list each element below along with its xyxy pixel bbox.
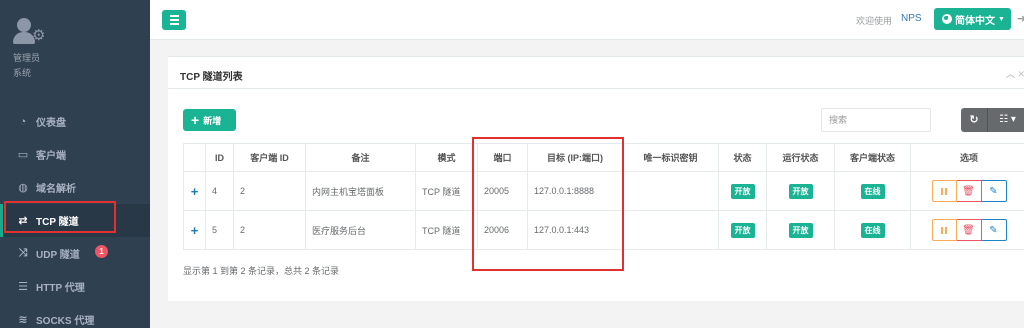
edit-icon: ✎ — [989, 185, 998, 197]
cell-run-status: 开放 — [766, 210, 835, 250]
cell-remark: 内网主机宝塔面板 — [305, 171, 416, 211]
search-input[interactable] — [821, 108, 931, 132]
expand-icon[interactable]: + — [183, 210, 206, 250]
col-options: 选项 — [910, 143, 1024, 172]
edit-button[interactable]: ✎ — [981, 180, 1007, 202]
server-icon: ☰ — [18, 281, 28, 293]
globe-icon: ◍ — [18, 182, 28, 194]
client-status-badge: 在线 — [860, 222, 885, 238]
col-client-status[interactable]: 客户端状态 — [834, 143, 911, 172]
cell-client-id: 2 — [233, 210, 306, 250]
welcome-text: 欢迎使用 — [856, 16, 893, 26]
status-badge: 开放 — [730, 222, 755, 238]
logout-icon[interactable]: ➜ — [1017, 12, 1024, 25]
cell-run-status: 开放 — [766, 171, 835, 211]
cell-client-status: 在线 — [834, 210, 911, 250]
pause-button[interactable] — [931, 219, 957, 241]
pause-icon — [941, 226, 947, 234]
brand-link[interactable]: NPS — [901, 13, 922, 24]
cell-options: 🗑 ✎ — [910, 171, 1024, 211]
gear-icon: ⚙ — [32, 27, 46, 44]
random-icon: ⤨ — [18, 247, 28, 259]
user-profile: ⚙ 管理员 系统 — [0, 0, 150, 96]
add-button[interactable]: + 新增 — [183, 109, 236, 131]
list-icon: ☷ ▾ — [999, 114, 1016, 125]
pagination-summary: 显示第 1 到第 2 条记录，总共 2 条记录 — [183, 266, 340, 276]
panel-title: TCP 隧道列表 — [180, 72, 243, 83]
plus-icon: + — [191, 112, 200, 128]
col-remark[interactable]: 备注 — [305, 143, 416, 172]
dashboard-icon: ◔ — [19, 115, 27, 128]
cell-status: 开放 — [718, 210, 767, 250]
cell-key — [622, 171, 719, 211]
desktop-icon: ▭ — [17, 149, 29, 161]
client-status-badge: 在线 — [860, 183, 885, 199]
edit-button[interactable]: ✎ — [981, 219, 1007, 241]
col-key[interactable]: 唯一标识密钥 — [622, 143, 719, 172]
cell-client-id: 2 — [233, 171, 306, 211]
delete-button[interactable]: 🗑 — [956, 180, 982, 202]
language-dropdown[interactable]: 简体中文 ▼ — [934, 8, 1011, 30]
user-role: 系统 — [13, 68, 32, 78]
trash-icon: 🗑 — [962, 185, 975, 197]
sidebar-item-dashboard[interactable]: ◔ 仪表盘 — [0, 105, 150, 138]
highlight-box-nav — [4, 201, 116, 233]
collapse-icon[interactable]: ︿ ✕ — [1006, 67, 1024, 80]
highlight-box-columns — [472, 137, 624, 271]
sidebar-item-label: 域名解析 — [36, 184, 76, 195]
col-expand — [183, 143, 206, 172]
sidebar-item-label: UDP 隧道 — [36, 250, 80, 261]
delete-button[interactable]: 🗑 — [956, 219, 982, 241]
sidebar-item-label: 客户端 — [36, 151, 66, 162]
trash-icon: 🗑 — [962, 224, 975, 236]
language-label: 简体中文 — [955, 15, 995, 27]
cell-mode: TCP 隧道 — [415, 210, 478, 250]
columns-toggle-button[interactable]: ☷ ▾ — [987, 108, 1024, 132]
cell-mode: TCP 隧道 — [415, 171, 478, 211]
pause-button[interactable] — [931, 180, 957, 202]
refresh-icon: ↻ — [969, 114, 979, 126]
sidebar-item-domain[interactable]: ◍ 域名解析 — [0, 171, 150, 204]
run-status-badge: 开放 — [788, 183, 813, 199]
panel-header: TCP 隧道列表 ︿ ✕ — [168, 57, 1024, 89]
notification-badge: 1 — [95, 245, 108, 258]
top-navbar: 欢迎使用 NPS 简体中文 ▼ ➜ — [150, 0, 1024, 40]
menu-toggle-button[interactable] — [162, 10, 186, 30]
col-client-id[interactable]: 客户端 ID — [233, 143, 306, 172]
sidebar-item-label: HTTP 代理 — [36, 283, 85, 294]
col-status[interactable]: 状态 — [718, 143, 767, 172]
status-badge: 开放 — [730, 183, 755, 199]
user-name[interactable]: 管理员 — [13, 51, 150, 64]
caret-down-icon: ▼ — [998, 15, 1005, 23]
cell-status: 开放 — [718, 171, 767, 211]
cell-id: 5 — [205, 210, 234, 250]
database-icon: ≋ — [18, 314, 28, 326]
col-mode[interactable]: 模式 — [415, 143, 478, 172]
edit-icon: ✎ — [989, 224, 998, 236]
add-label: 新增 — [203, 115, 222, 126]
sidebar-item-label: 仪表盘 — [36, 118, 66, 129]
expand-icon[interactable]: + — [183, 171, 206, 211]
sidebar: ⚙ 管理员 系统 ◔ 仪表盘 ▭ 客户端 ◍ 域名解析 ⇄ TCP 隧道 ⤨ U… — [0, 0, 150, 328]
col-run-status[interactable]: 运行状态 — [766, 143, 835, 172]
sidebar-item-udp[interactable]: ⤨ UDP 隧道 1 — [0, 237, 150, 270]
cell-remark: 医疗服务后台 — [305, 210, 416, 250]
globe-icon — [942, 14, 952, 24]
cell-client-status: 在线 — [834, 171, 911, 211]
cell-id: 4 — [205, 171, 234, 211]
run-status-badge: 开放 — [788, 222, 813, 238]
col-id[interactable]: ID — [205, 143, 234, 172]
sidebar-item-socks[interactable]: ≋ SOCKS 代理 — [0, 303, 150, 328]
sidebar-item-clients[interactable]: ▭ 客户端 — [0, 138, 150, 171]
user-avatar-icon[interactable]: ⚙ — [13, 18, 49, 46]
pause-icon — [941, 187, 947, 195]
cell-options: 🗑 ✎ — [910, 210, 1024, 250]
sidebar-item-label: SOCKS 代理 — [36, 316, 95, 327]
cell-key — [622, 210, 719, 250]
sidebar-item-http[interactable]: ☰ HTTP 代理 — [0, 270, 150, 303]
refresh-button[interactable]: ↻ — [961, 108, 987, 132]
